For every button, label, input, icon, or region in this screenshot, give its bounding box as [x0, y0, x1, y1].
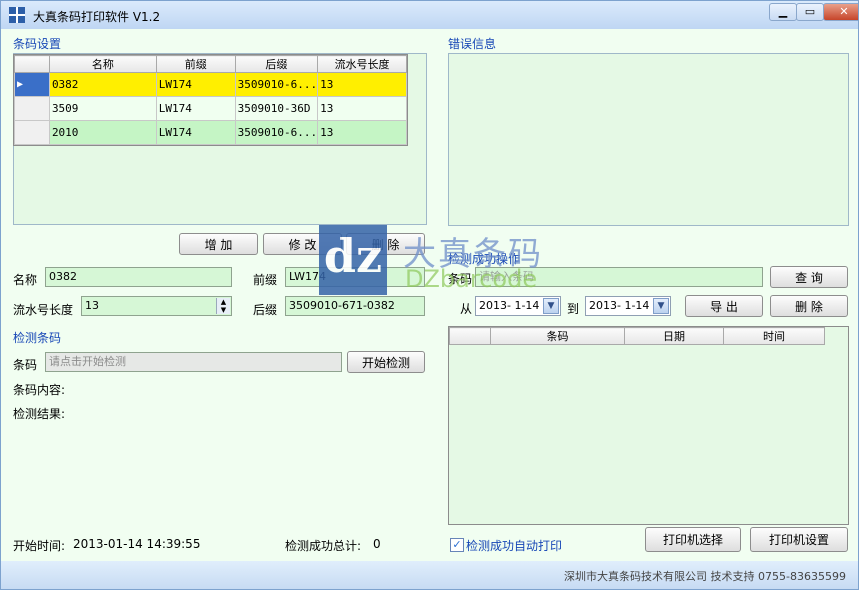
- barcode-settings-title: 条码设置: [13, 37, 62, 51]
- column-header-barcode[interactable]: 条码: [490, 327, 625, 345]
- company-info: 深圳市大真条码技术有限公司 技术支持 0755-83635599: [564, 570, 846, 583]
- close-button[interactable]: ✕: [823, 3, 858, 21]
- row-selector[interactable]: [14, 120, 50, 145]
- prefix-label: 前缀: [253, 273, 278, 287]
- to-date-value: 2013- 1-14: [589, 299, 650, 312]
- title-bar: 大真条码打印软件 V1.2 ▁ ▭ ✕: [1, 1, 858, 29]
- app-window: 大真条码打印软件 V1.2 ▁ ▭ ✕ 条码设置 名称 前缀 后缀 流水号长度 …: [0, 0, 859, 590]
- chevron-down-icon[interactable]: ▼: [653, 298, 669, 314]
- success-total-label: 检测成功总计:: [285, 539, 362, 553]
- printer-select-button[interactable]: 打印机选择: [645, 527, 741, 552]
- cell-prefix[interactable]: LW174: [155, 72, 236, 97]
- cell-name[interactable]: 0382: [48, 72, 157, 97]
- delete-record-button[interactable]: 删 除: [770, 295, 848, 317]
- name-input[interactable]: 0382: [45, 267, 232, 287]
- cell-name[interactable]: 2010: [48, 120, 157, 145]
- name-label: 名称: [13, 273, 38, 287]
- watermark-english-text: DZbarcode: [405, 265, 538, 293]
- table-row[interactable]: 2010 LW174 3509010-6... 13: [14, 120, 407, 145]
- detect-result-label: 检测结果:: [13, 407, 66, 421]
- success-total-value: 0: [373, 537, 381, 551]
- from-date-value: 2013- 1-14: [479, 299, 540, 312]
- from-label: 从: [460, 302, 473, 316]
- printer-settings-button[interactable]: 打印机设置: [750, 527, 848, 552]
- table-row[interactable]: ▶ 0382 LW174 3509010-6... 13: [14, 72, 407, 97]
- column-header-length[interactable]: 流水号长度: [317, 55, 407, 73]
- minimize-button[interactable]: ▁: [769, 3, 797, 21]
- export-button[interactable]: 导 出: [685, 295, 763, 317]
- length-value: 13: [85, 299, 99, 312]
- detect-barcode-input[interactable]: 请点击开始检测: [45, 352, 342, 372]
- success-records-grid[interactable]: 条码 日期 时间: [448, 326, 849, 525]
- column-header-date[interactable]: 日期: [624, 327, 724, 345]
- detect-barcode-label: 条码: [13, 358, 38, 372]
- to-label: 到: [567, 302, 580, 316]
- from-date-picker[interactable]: 2013- 1-14 ▼: [475, 296, 561, 316]
- row-selector[interactable]: [14, 96, 50, 121]
- auto-print-checkbox[interactable]: ✓: [450, 538, 464, 552]
- auto-print-label[interactable]: 检测成功自动打印: [466, 537, 562, 554]
- cell-suffix[interactable]: 3509010-6...: [234, 120, 319, 145]
- suffix-input[interactable]: 3509010-671-0382: [285, 296, 425, 316]
- spinner-arrows-icon[interactable]: ▲ ▼: [216, 298, 230, 314]
- start-time-label: 开始时间:: [13, 539, 66, 553]
- grid-corner-header: [449, 327, 491, 345]
- error-info-panel: [448, 53, 849, 226]
- window-title: 大真条码打印软件 V1.2: [33, 10, 161, 24]
- maximize-button[interactable]: ▭: [796, 3, 824, 21]
- cell-prefix[interactable]: LW174: [155, 96, 236, 121]
- suffix-label: 后缀: [253, 303, 278, 317]
- row-selector-icon[interactable]: ▶: [14, 72, 50, 97]
- column-header-suffix[interactable]: 后缀: [234, 55, 319, 73]
- grid-corner-header: [14, 55, 50, 73]
- length-label: 流水号长度: [13, 303, 74, 317]
- start-detect-button[interactable]: 开始检测: [347, 351, 425, 373]
- cell-prefix[interactable]: LW174: [155, 120, 236, 145]
- column-header-name[interactable]: 名称: [48, 55, 157, 73]
- status-bar: 深圳市大真条码技术有限公司 技术支持 0755-83635599: [1, 561, 858, 589]
- cell-name[interactable]: 3509: [48, 96, 157, 121]
- cell-suffix[interactable]: 3509010-36D: [234, 96, 319, 121]
- cell-length[interactable]: 13: [317, 96, 407, 121]
- column-header-prefix[interactable]: 前缀: [155, 55, 236, 73]
- cell-length[interactable]: 13: [317, 72, 407, 97]
- cell-suffix[interactable]: 3509010-6...: [234, 72, 319, 97]
- column-header-time[interactable]: 时间: [723, 327, 825, 345]
- start-time-value: 2013-01-14 14:39:55: [73, 537, 201, 551]
- cell-length[interactable]: 13: [317, 120, 407, 145]
- query-button[interactable]: 查 询: [770, 266, 848, 288]
- barcode-settings-grid[interactable]: 名称 前缀 后缀 流水号长度 ▶ 0382 LW174 3509010-6...…: [13, 54, 408, 146]
- length-stepper[interactable]: 13 ▲ ▼: [81, 296, 232, 316]
- add-button[interactable]: 增 加: [179, 233, 258, 255]
- to-date-picker[interactable]: 2013- 1-14 ▼: [585, 296, 671, 316]
- table-row[interactable]: 3509 LW174 3509010-36D 13: [14, 96, 407, 121]
- app-icon: [9, 7, 25, 23]
- watermark-logo: dz: [319, 225, 387, 295]
- detect-section-title: 检测条码: [13, 331, 62, 345]
- chevron-down-icon[interactable]: ▼: [543, 298, 559, 314]
- barcode-content-label: 条码内容:: [13, 383, 66, 397]
- error-info-title: 错误信息: [448, 37, 497, 51]
